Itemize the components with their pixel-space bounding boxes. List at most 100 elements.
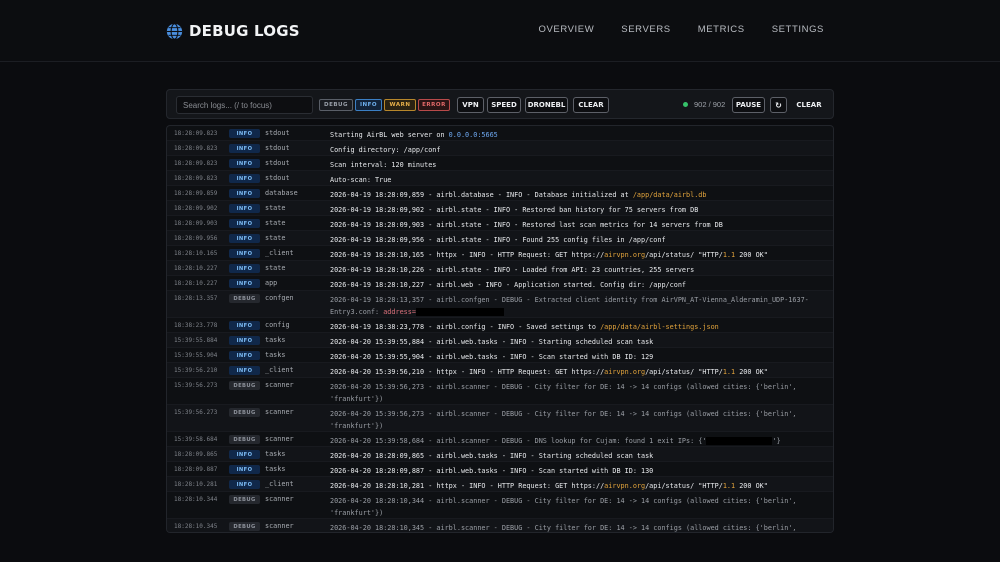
pause-button[interactable]: PAUSE <box>732 97 765 113</box>
log-row: 15:39:55.904 INFO tasks 2026-04-20 15:39:55… <box>167 348 833 363</box>
log-message: 2026-04-20 18:28:10,344 - airbl.scanner … <box>330 497 801 517</box>
nav-metrics[interactable]: METRICS <box>698 24 745 35</box>
log-message: 2026-04-19 18:28:09,903 - airbl.state - … <box>330 221 723 229</box>
log-source: tasks <box>265 465 286 473</box>
log-row: 18:28:09.903 INFO state 2026-04-19 18:28:09… <box>167 216 833 231</box>
log-timestamp: 18:28:09.865 <box>174 451 218 458</box>
log-level-badge: INFO <box>229 480 260 489</box>
log-source: scanner <box>265 522 294 530</box>
log-row: 15:39:58.684 DEBUG scanner 2026-04-20 15:39… <box>167 432 833 447</box>
log-timestamp: 18:28:09.956 <box>174 235 218 242</box>
log-source: tasks <box>265 450 286 458</box>
log-timestamp: 18:28:10.281 <box>174 481 218 488</box>
filter-dronebl-button[interactable]: DRONEBL <box>525 97 568 113</box>
nav-overview[interactable]: OVERVIEW <box>538 24 594 35</box>
log-timestamp: 15:39:56.273 <box>174 409 218 416</box>
log-timestamp: 18:28:10.227 <box>174 265 218 272</box>
brand: DEBUG LOGS <box>166 20 300 42</box>
log-message: 2026-04-20 15:39:56,210 - httpx - INFO -… <box>330 368 768 376</box>
log-level-badge: INFO <box>229 129 260 138</box>
log-message: 2026-04-19 18:28:09,859 - airbl.database… <box>330 191 707 199</box>
log-message: 2026-04-20 15:39:58,684 - airbl.scanner … <box>330 437 781 445</box>
log-message: 2026-04-20 18:28:09,865 - airbl.web.task… <box>330 452 654 460</box>
log-row: 18:28:09.956 INFO state 2026-04-19 18:28:09… <box>167 231 833 246</box>
log-message: 2026-04-19 18:28:10,226 - airbl.state - … <box>330 266 695 274</box>
log-source: scanner <box>265 408 294 416</box>
log-message: 2026-04-20 15:39:56,273 - airbl.scanner … <box>330 410 801 430</box>
log-row: 18:28:09.823 INFO stdout Starting AirBL web… <box>167 126 833 141</box>
clear-logs-button[interactable]: CLEAR <box>792 97 826 113</box>
log-timestamp: 18:28:09.859 <box>174 190 218 197</box>
log-row: 18:28:09.887 INFO tasks 2026-04-20 18:28:09… <box>167 462 833 477</box>
log-count: 902 / 902 <box>694 100 726 109</box>
level-toggle-info[interactable]: INFO <box>355 99 382 111</box>
log-timestamp: 15:39:55.884 <box>174 337 218 344</box>
log-level-badge: INFO <box>229 159 260 168</box>
log-timestamp: 18:28:10.227 <box>174 280 218 287</box>
log-level-badge: INFO <box>229 336 260 345</box>
log-row: 18:28:09.823 INFO stdout Auto-scan: True <box>167 171 833 186</box>
nav-servers[interactable]: SERVERS <box>621 24 670 35</box>
log-level-badge: DEBUG <box>229 522 260 531</box>
log-level-badge: INFO <box>229 465 260 474</box>
log-level-badge: INFO <box>229 264 260 273</box>
log-message: 2026-04-20 18:28:10,345 - airbl.scanner … <box>330 524 797 532</box>
log-timestamp: 15:39:56.210 <box>174 367 218 374</box>
log-source: stdout <box>265 159 290 167</box>
log-timestamp: 18:28:09.823 <box>174 130 218 137</box>
log-row: 18:28:09.823 INFO stdout Config directory: … <box>167 141 833 156</box>
log-source: tasks <box>265 351 286 359</box>
log-timestamp: 18:28:09.823 <box>174 160 218 167</box>
log-source: app <box>265 279 278 287</box>
log-panel[interactable]: 18:28:09.823 INFO stdout Starting AirBL web… <box>166 125 834 533</box>
level-toggle-warn[interactable]: WARN <box>384 99 416 111</box>
log-timestamp: 18:28:10.165 <box>174 250 218 257</box>
log-source: config <box>265 321 290 329</box>
filter-speed-button[interactable]: SPEED <box>487 97 521 113</box>
log-level-badge: DEBUG <box>229 495 260 504</box>
nav-settings[interactable]: SETTINGS <box>772 24 824 35</box>
log-timestamp: 18:28:10.345 <box>174 523 218 530</box>
log-level-badge: INFO <box>229 144 260 153</box>
log-level-badge: INFO <box>229 450 260 459</box>
clear-filter-button[interactable]: CLEAR <box>573 97 609 113</box>
log-message: Scan interval: 120 minutes <box>330 161 437 169</box>
log-level-badge: INFO <box>229 366 260 375</box>
log-row: 15:39:55.884 INFO tasks 2026-04-20 15:39:55… <box>167 333 833 348</box>
log-list: 18:28:09.823 INFO stdout Starting AirBL web… <box>167 126 833 532</box>
level-toggle-debug[interactable]: DEBUG <box>319 99 353 111</box>
log-timestamp: 18:28:09.887 <box>174 466 218 473</box>
log-message: Starting AirBL web server on 0.0.0.0:566… <box>330 131 498 139</box>
log-source: state <box>265 204 286 212</box>
log-source: _client <box>265 480 294 488</box>
level-toggle-error[interactable]: ERROR <box>418 99 450 111</box>
refresh-icon[interactable]: ↻ <box>770 97 787 113</box>
log-source: state <box>265 219 286 227</box>
log-level-badge: DEBUG <box>229 408 260 417</box>
log-level-badge: INFO <box>229 321 260 330</box>
log-level-badge: DEBUG <box>229 435 260 444</box>
log-level-badge: INFO <box>229 189 260 198</box>
log-level-badge: DEBUG <box>229 381 260 390</box>
log-level-badge: INFO <box>229 351 260 360</box>
log-message: 2026-04-20 15:39:55,904 - airbl.web.task… <box>330 353 654 361</box>
log-timestamp: 18:28:13.357 <box>174 295 218 302</box>
log-message: 2026-04-20 15:39:55,884 - airbl.web.task… <box>330 338 654 346</box>
log-row: 18:28:09.902 INFO state 2026-04-19 18:28:09… <box>167 201 833 216</box>
log-row: 18:28:10.281 INFO _client 2026-04-20 18:28:… <box>167 477 833 492</box>
search-input[interactable] <box>176 96 313 114</box>
log-level-badge: INFO <box>229 279 260 288</box>
filter-vpn-button[interactable]: VPN <box>457 97 484 113</box>
log-level-badge: INFO <box>229 204 260 213</box>
log-message: 2026-04-20 18:28:10,281 - httpx - INFO -… <box>330 482 768 490</box>
log-source: state <box>265 234 286 242</box>
log-row: 18:28:10.165 INFO _client 2026-04-19 18:28:… <box>167 246 833 261</box>
log-level-badge: DEBUG <box>229 294 260 303</box>
log-row: 18:38:23.778 INFO config 2026-04-19 18:38:2… <box>167 318 833 333</box>
log-timestamp: 18:28:10.344 <box>174 496 218 503</box>
log-timestamp: 15:39:56.273 <box>174 382 218 389</box>
redacted-block <box>706 437 773 445</box>
log-row: 18:28:13.357 DEBUG confgen 2026-04-19 18:28… <box>167 291 833 318</box>
log-message: 2026-04-20 15:39:56,273 - airbl.scanner … <box>330 383 801 403</box>
log-timestamp: 18:38:23.778 <box>174 322 218 329</box>
